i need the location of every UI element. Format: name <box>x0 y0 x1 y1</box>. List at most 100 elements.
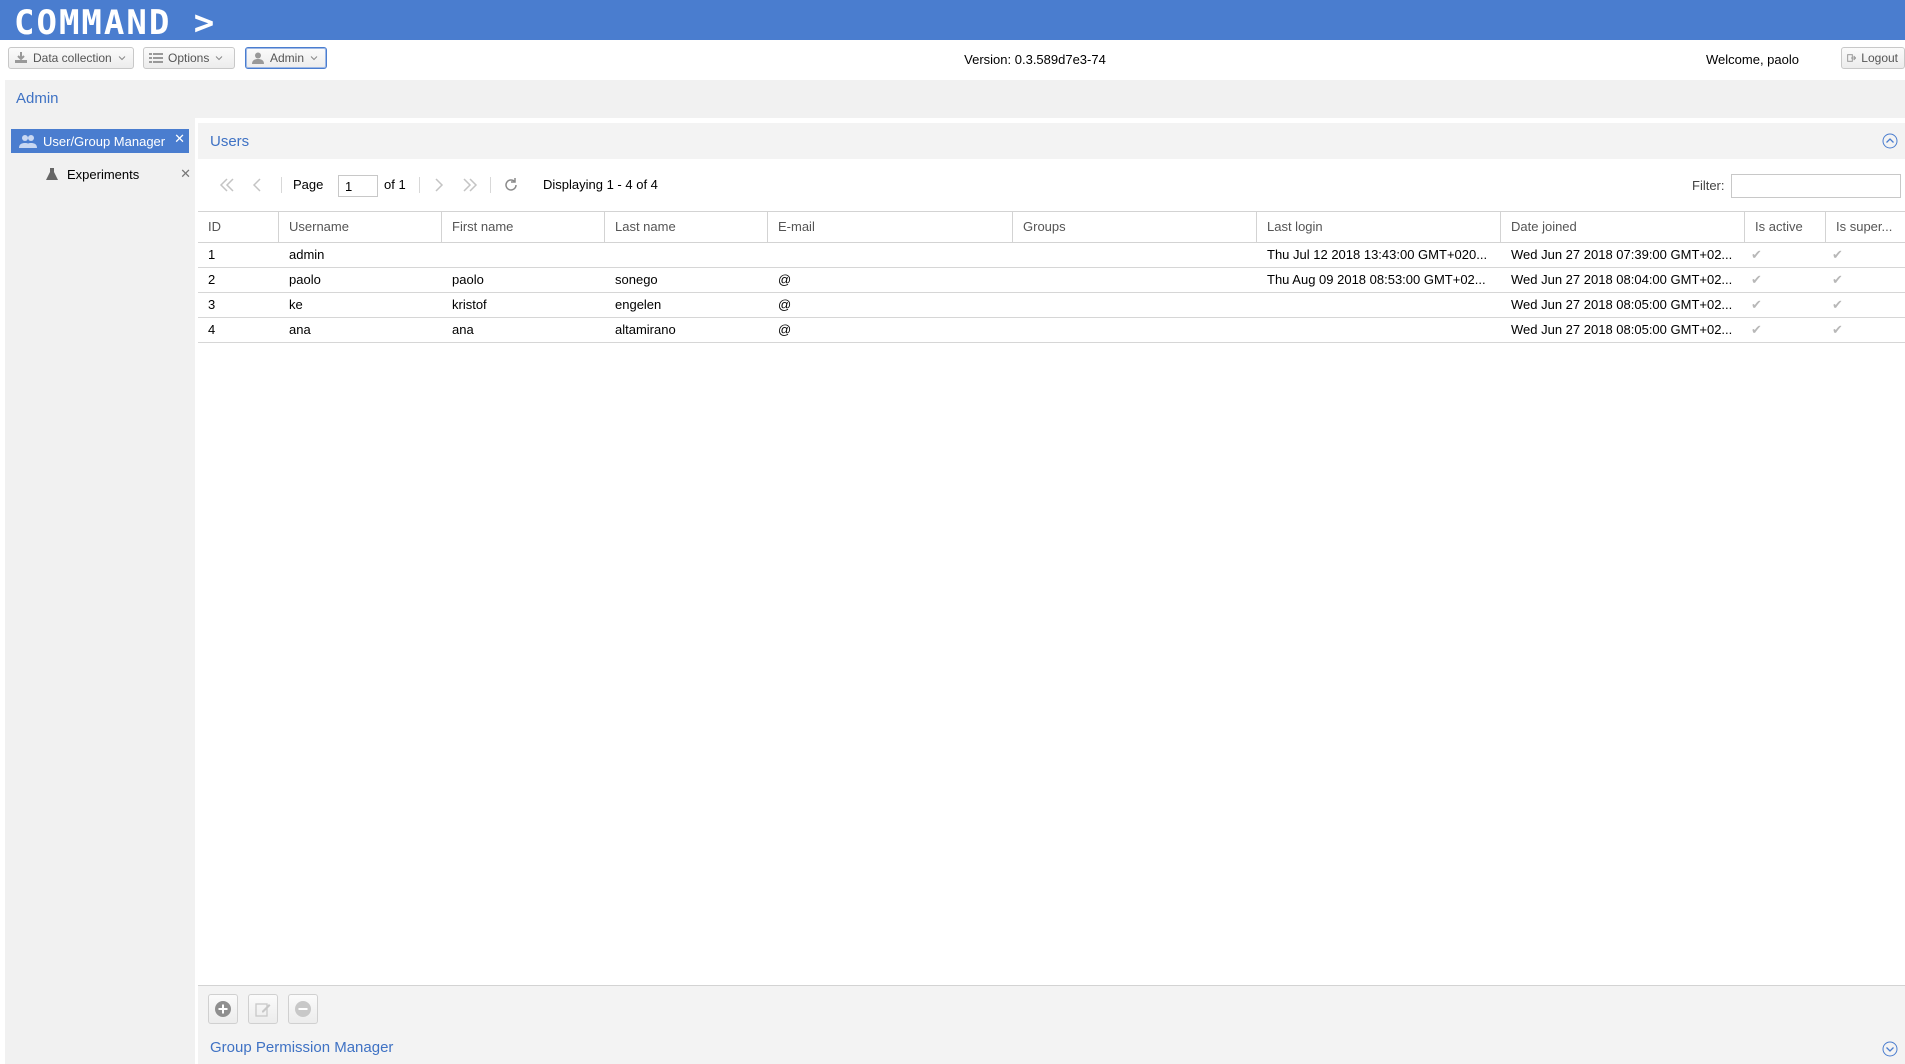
version-text: Version: 0.3.589d7e3-74 <box>964 52 1106 67</box>
cell-groups <box>1013 268 1257 292</box>
cell-email <box>768 243 1013 267</box>
column-header-last-name[interactable]: Last name <box>605 212 768 242</box>
left-navigation-panel: User/Group Manager ✕ Experiments ✕ <box>5 118 195 1064</box>
users-grid: ID Username First name Last name E-mail … <box>198 211 1905 343</box>
cell-is-superuser-check-icon: ✔ <box>1832 297 1843 312</box>
displaying-text: Displaying 1 - 4 of 4 <box>543 177 658 192</box>
users-icon <box>19 135 37 148</box>
logout-label: Logout <box>1861 51 1898 65</box>
cell-is-superuser-check-icon: ✔ <box>1832 272 1843 287</box>
cell-date-joined: Wed Jun 27 2018 08:05:00 GMT+02... <box>1511 297 1733 312</box>
next-page-icon[interactable] <box>430 176 448 194</box>
cell-groups <box>1013 243 1257 267</box>
cell-id: 3 <box>208 297 216 312</box>
cell-date-joined: Wed Jun 27 2018 08:05:00 GMT+02... <box>1511 322 1733 337</box>
toolbar-separator <box>490 177 491 193</box>
add-user-button[interactable] <box>208 994 238 1024</box>
sidebar-item-user-group-manager[interactable]: User/Group Manager ✕ <box>11 129 189 153</box>
logout-button[interactable]: Logout <box>1841 47 1905 69</box>
users-panel-title: Users <box>210 133 250 150</box>
users-panel-header: Users <box>198 123 1905 159</box>
edit-user-button[interactable] <box>248 994 278 1024</box>
filter-label: Filter: <box>1692 178 1725 193</box>
column-header-last-login[interactable]: Last login <box>1257 212 1501 242</box>
expand-down-icon[interactable] <box>1882 1041 1898 1057</box>
cell-last-login <box>1257 293 1501 317</box>
column-header-email[interactable]: E-mail <box>768 212 1013 242</box>
table-row[interactable]: 3 ke kristof engelen @ Wed Jun 27 2018 08:05:… <box>198 293 1905 318</box>
cell-id: 4 <box>208 322 216 337</box>
cell-first-name <box>442 243 605 267</box>
cell-email: @ <box>778 272 792 287</box>
flask-icon <box>46 168 58 180</box>
grid-header: ID Username First name Last name E-mail … <box>198 211 1905 243</box>
cell-date-joined: Wed Jun 27 2018 07:39:00 GMT+02... <box>1511 247 1733 262</box>
table-row[interactable]: 2 paolo paolo sonego @ Thu Aug 09 2018 08:53:… <box>198 268 1905 293</box>
cell-is-active-check-icon: ✔ <box>1751 247 1762 262</box>
cell-username: ana <box>289 322 311 337</box>
toolbar-separator <box>281 177 282 193</box>
sidebar-item-experiments[interactable]: Experiments ✕ <box>45 162 195 186</box>
cell-email: @ <box>778 322 792 337</box>
cell-groups <box>1013 318 1257 342</box>
column-header-is-superuser[interactable]: Is super... <box>1826 212 1905 242</box>
toolbar-separator <box>419 177 420 193</box>
cell-last-name: engelen <box>615 297 662 312</box>
cell-is-superuser-check-icon: ✔ <box>1832 322 1843 337</box>
column-header-is-active[interactable]: Is active <box>1745 212 1826 242</box>
page-number-input[interactable] <box>338 175 378 197</box>
cell-first-name: ana <box>452 322 474 337</box>
previous-page-icon[interactable] <box>248 176 266 194</box>
cell-groups <box>1013 293 1257 317</box>
column-header-id[interactable]: ID <box>198 212 279 242</box>
page-title: Admin <box>16 90 59 107</box>
cell-last-login: Thu Aug 09 2018 08:53:00 GMT+02... <box>1267 272 1486 287</box>
group-permission-panel-title: Group Permission Manager <box>210 1039 394 1056</box>
app-banner: COMMAND >_ <box>0 0 1905 40</box>
cell-first-name: kristof <box>452 297 487 312</box>
paging-toolbar: Page of 1 Displaying 1 - 4 of 4 Filter: <box>198 165 1905 205</box>
command-logo: COMMAND >_ <box>14 4 239 38</box>
column-header-date-joined[interactable]: Date joined <box>1501 212 1745 242</box>
cell-is-active-check-icon: ✔ <box>1751 297 1762 312</box>
cell-last-login: Thu Jul 12 2018 13:43:00 GMT+020... <box>1267 247 1488 262</box>
column-header-groups[interactable]: Groups <box>1013 212 1257 242</box>
cell-is-active-check-icon: ✔ <box>1751 272 1762 287</box>
collapse-up-icon[interactable] <box>1882 133 1898 149</box>
plus-circle-icon <box>215 1001 231 1017</box>
cell-last-name <box>605 243 768 267</box>
cell-id: 1 <box>208 247 216 262</box>
refresh-icon[interactable] <box>502 176 520 194</box>
cell-last-name: sonego <box>615 272 658 287</box>
top-menu-bar: Data collection Options Admin Version: 0… <box>0 40 1905 80</box>
filter-input[interactable] <box>1731 174 1901 198</box>
cell-last-login <box>1257 318 1501 342</box>
cell-id: 2 <box>208 272 216 287</box>
cell-is-superuser-check-icon: ✔ <box>1832 247 1843 262</box>
grid-body: 1 admin Thu Jul 12 2018 13:43:00 GMT+020..… <box>198 243 1905 343</box>
last-page-icon[interactable] <box>461 176 479 194</box>
delete-user-button[interactable] <box>288 994 318 1024</box>
column-header-username[interactable]: Username <box>279 212 442 242</box>
cell-date-joined: Wed Jun 27 2018 08:04:00 GMT+02... <box>1511 272 1733 287</box>
table-row[interactable]: 4 ana ana altamirano @ Wed Jun 27 2018 08:05:… <box>198 318 1905 343</box>
edit-icon <box>255 1003 271 1017</box>
page-label: Page <box>293 177 324 192</box>
sidebar-item-label: Experiments <box>67 166 140 182</box>
page-count-label: of 1 <box>384 177 406 192</box>
group-permission-panel-header[interactable]: Group Permission Manager <box>198 1031 1905 1064</box>
cell-first-name: paolo <box>452 272 484 287</box>
cell-username: ke <box>289 297 303 312</box>
cell-email: @ <box>778 297 792 312</box>
table-row[interactable]: 1 admin Thu Jul 12 2018 13:43:00 GMT+020..… <box>198 243 1905 268</box>
cell-username: paolo <box>289 272 321 287</box>
close-icon[interactable]: ✕ <box>174 131 185 147</box>
svg-text:COMMAND >_: COMMAND >_ <box>14 4 239 38</box>
cell-username: admin <box>289 247 325 262</box>
sidebar-item-label: User/Group Manager <box>43 133 166 149</box>
column-header-first-name[interactable]: First name <box>442 212 605 242</box>
admin-title-bar: Admin <box>5 80 1905 118</box>
first-page-icon[interactable] <box>218 176 236 194</box>
close-icon[interactable]: ✕ <box>180 166 191 182</box>
cell-is-active-check-icon: ✔ <box>1751 322 1762 337</box>
